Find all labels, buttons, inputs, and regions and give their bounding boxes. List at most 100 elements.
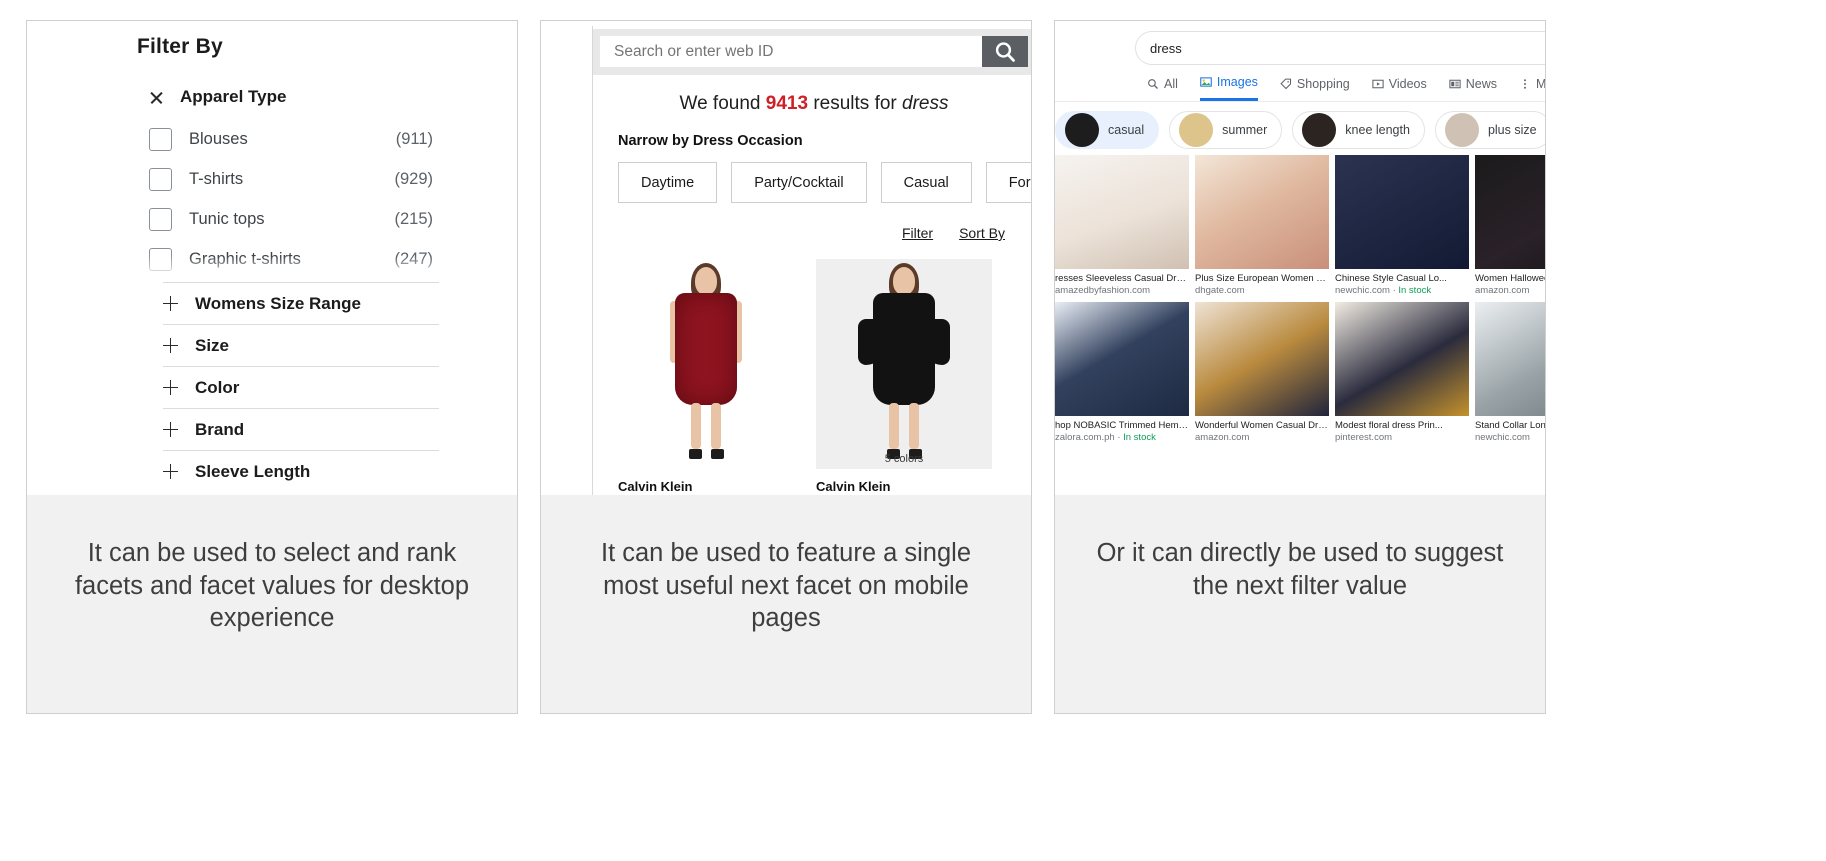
facet-value-label: Graphic t-shirts [189, 249, 301, 268]
refine-chip-summer[interactable]: summer [1169, 111, 1283, 149]
sort-by-link[interactable]: Sort By [959, 225, 1005, 241]
result-thumbnail[interactable] [1335, 155, 1469, 269]
results-query: dress [902, 93, 949, 114]
refine-chip-plus-size[interactable]: plus size [1434, 111, 1545, 149]
list-controls: Filter Sort By [593, 225, 1005, 241]
result-source: amazon.com [1195, 432, 1250, 443]
result-source: zalora.com.ph · In stock [1055, 432, 1156, 443]
checkbox[interactable] [149, 167, 172, 191]
result-source: newchic.com [1475, 432, 1530, 443]
result-thumbnail[interactable] [1195, 155, 1329, 269]
facet-group-sleeve-length[interactable]: Sleeve Length [163, 450, 439, 492]
panel-caption: Or it can directly be used to suggest th… [1055, 495, 1545, 713]
checkbox[interactable] [149, 127, 172, 151]
tab-label: All [1164, 76, 1178, 91]
chip-label: knee length [1345, 123, 1410, 137]
caption-text: It can be used to feature a single most … [601, 539, 971, 633]
plus-icon[interactable] [163, 380, 178, 395]
chip-thumbnail [1179, 113, 1214, 147]
image-result[interactable]: Plus Size European Women Ca... dhgate.co… [1195, 155, 1329, 296]
filter-link[interactable]: Filter [902, 225, 933, 241]
tab-videos[interactable]: Videos [1372, 77, 1427, 100]
result-thumbnail[interactable] [1195, 302, 1329, 416]
panel-media-desktop: Filter By Apparel Type Blouses (911) T-s… [27, 21, 517, 495]
tab-shopping[interactable]: Shopping [1280, 77, 1350, 100]
facet-group-label: Brand [195, 419, 245, 439]
search-button[interactable] [982, 36, 1028, 67]
result-caption: Stand Collar Long Sleev [1475, 420, 1545, 431]
product-card[interactable]: 5 colors Calvin Klein Off-The-Shoulder S… [816, 259, 992, 495]
more-vertical-icon [1524, 78, 1526, 89]
image-result[interactable]: Modest floral dress Prin... pinterest.co… [1335, 302, 1469, 443]
facet-value-row[interactable]: Graphic t-shirts (247) [149, 239, 433, 279]
search-icon [995, 41, 1015, 62]
image-results-grid: resses Sleeveless Casual Dre... amazedby… [1055, 149, 1545, 443]
image-result[interactable]: Chinese Style Casual Lo... newchic.com ·… [1335, 155, 1469, 296]
facet-value-count: (929) [394, 169, 433, 188]
facet-group-color[interactable]: Color [163, 366, 439, 408]
product-image[interactable] [618, 259, 794, 469]
tab-more[interactable]: More [1519, 77, 1545, 100]
result-thumbnail[interactable] [1475, 155, 1545, 269]
occasion-chip-casual[interactable]: Casual [880, 162, 972, 203]
tab-all[interactable]: All [1147, 77, 1178, 100]
facet-group-womens-size-range[interactable]: Womens Size Range [163, 282, 439, 324]
occasion-chip-party-cocktail[interactable]: Party/Cocktail [731, 162, 867, 203]
google-search-value: dress [1150, 40, 1182, 56]
refine-chip-knee-length[interactable]: knee length [1292, 111, 1425, 149]
image-result[interactable]: Stand Collar Long Sleev newchic.com [1475, 302, 1545, 443]
panel-media-mobile: We found 9413 results for dress Narrow b… [541, 21, 1031, 495]
facet-group-apparel-type[interactable]: Apparel Type [27, 87, 517, 107]
result-thumbnail[interactable] [1055, 155, 1189, 269]
mobile-search-bar [593, 29, 1031, 75]
facet-value-count: (911) [395, 129, 433, 148]
product-image[interactable]: 5 colors [816, 259, 992, 469]
plus-icon[interactable] [163, 296, 178, 311]
facet-value-count: (247) [394, 249, 433, 268]
image-result[interactable]: resses Sleeveless Casual Dre... amazedby… [1055, 155, 1189, 296]
source-domain: zalora.com.ph [1055, 432, 1115, 443]
checkbox[interactable] [149, 247, 172, 271]
close-icon[interactable] [149, 90, 164, 105]
result-thumbnail[interactable] [1475, 302, 1545, 416]
tab-images[interactable]: Images [1199, 75, 1258, 101]
tab-label: Shopping [1296, 76, 1350, 91]
facet-value-row[interactable]: Blouses (911) [149, 119, 433, 159]
video-icon [1372, 79, 1384, 88]
stock-label: In stock [1123, 432, 1156, 443]
panel-media-google: dress All Images Shopping Videos News ca… [1055, 21, 1545, 495]
result-caption: Women Halloween Dress,W [1475, 273, 1545, 284]
tab-news[interactable]: News [1449, 77, 1497, 100]
facet-group-size[interactable]: Size [163, 324, 439, 366]
plus-icon[interactable] [163, 422, 178, 437]
checkbox[interactable] [149, 207, 172, 231]
facet-value-row[interactable]: Tunic tops (215) [149, 199, 433, 239]
results-middle: results for [813, 93, 897, 114]
image-result[interactable]: Wonderful Women Casual Dress... amazon.c… [1195, 302, 1329, 443]
chip-label: casual [1108, 123, 1145, 137]
image-result[interactable]: hop NOBASIC Trimmed Hem C... zalora.com.… [1055, 302, 1189, 443]
facet-value-row[interactable]: Sweatshirts (245) [149, 279, 433, 282]
panel-caption: It can be used to feature a single most … [541, 495, 1031, 713]
facet-group-label: Womens Size Range [195, 293, 361, 313]
occasion-chip-formal[interactable]: Formal [985, 162, 1031, 203]
product-card[interactable]: Calvin Klein Printed Sheath Dress [618, 259, 794, 495]
facet-value-label: T-shirts [189, 169, 244, 188]
result-source: amazedbyfashion.com [1055, 285, 1151, 296]
stock-label: In stock [1398, 285, 1432, 296]
results-prefix: We found [679, 93, 761, 114]
result-thumbnail[interactable] [1335, 302, 1469, 416]
image-result[interactable]: Women Halloween Dress,W amazon.com [1475, 155, 1545, 296]
facet-value-row[interactable]: T-shirts (929) [149, 159, 433, 199]
plus-icon[interactable] [163, 464, 178, 479]
plus-icon[interactable] [163, 338, 178, 353]
result-thumbnail[interactable] [1055, 302, 1189, 416]
facet-group-label: Size [195, 335, 230, 355]
google-search-box[interactable]: dress [1135, 31, 1545, 65]
refine-chip-casual[interactable]: casual [1055, 111, 1160, 149]
product-grid: Calvin Klein Printed Sheath Dress [618, 259, 1031, 495]
occasion-chip-daytime[interactable]: Daytime [618, 162, 718, 203]
search-input[interactable] [600, 36, 982, 67]
facet-group-brand[interactable]: Brand [163, 408, 439, 450]
product-brand: Calvin Klein [816, 479, 891, 494]
